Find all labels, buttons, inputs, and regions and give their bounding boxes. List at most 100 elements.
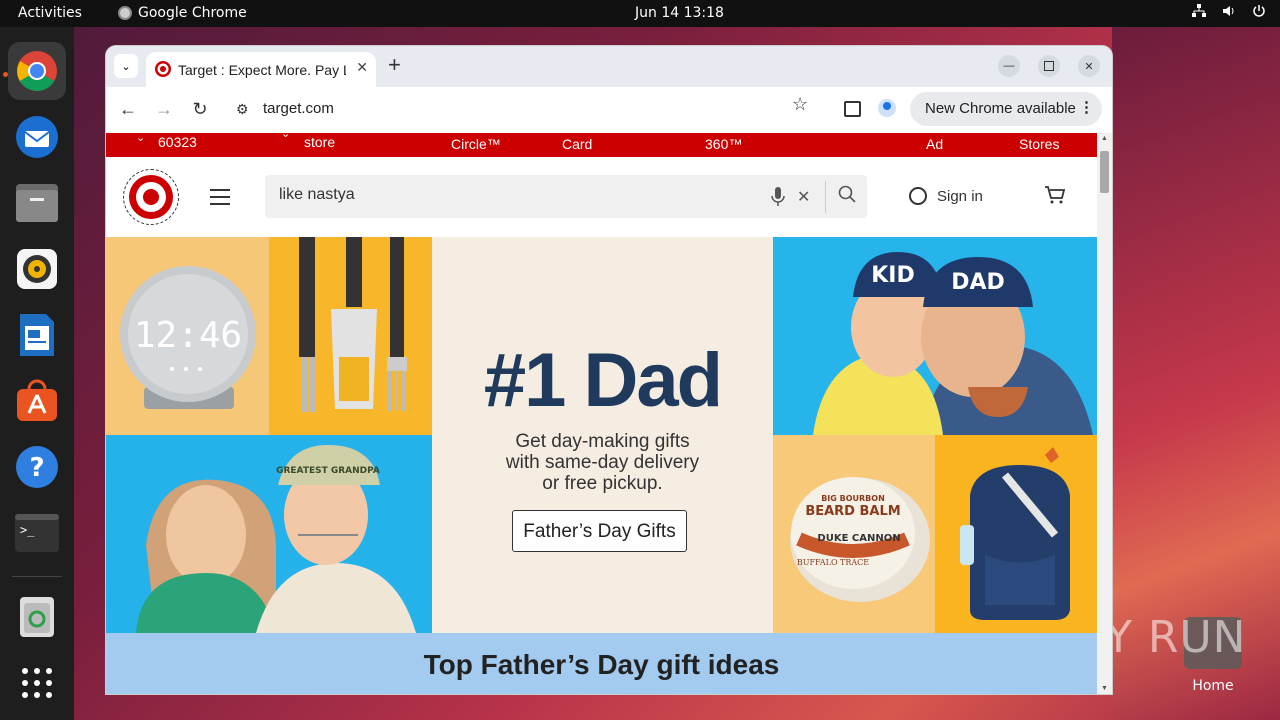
- scroll-up-icon[interactable]: ▲: [1101, 135, 1108, 142]
- address-bar[interactable]: ⚙ target.com: [224, 93, 824, 125]
- app-name-label: Google Chrome: [138, 5, 247, 21]
- network-icon: [1192, 4, 1206, 18]
- chrome-icon: [17, 51, 57, 91]
- cart-icon[interactable]: [1044, 185, 1066, 211]
- grandpa-photo[interactable]: GREATEST GRANDPA: [106, 435, 432, 633]
- svg-text:?: ?: [29, 453, 44, 483]
- backpack-image[interactable]: [935, 435, 1097, 633]
- back-button[interactable]: ←: [117, 98, 139, 120]
- store-link[interactable]: store: [304, 134, 335, 150]
- dock-files[interactable]: [8, 174, 66, 232]
- help-icon: ?: [16, 446, 58, 488]
- alarm-clock-image[interactable]: 12:46: [106, 237, 269, 435]
- grill-tools-image[interactable]: [269, 237, 432, 435]
- hero-subline-1: Get day-making gifts: [515, 431, 690, 452]
- app-menu[interactable]: Google Chrome: [118, 5, 247, 21]
- close-window-button[interactable]: ✕: [1078, 55, 1100, 77]
- dad-cap-text: DAD: [951, 270, 1005, 295]
- kid-dad-photo[interactable]: KID DAD: [773, 237, 1097, 435]
- tab-target[interactable]: Target : Expect More. Pay Less. ✕: [146, 52, 376, 87]
- dock-terminal[interactable]: >_: [8, 504, 66, 562]
- clear-search-icon[interactable]: ✕: [797, 187, 810, 207]
- url-text: target.com: [263, 100, 334, 117]
- clock[interactable]: Jun 14 13:18: [635, 5, 724, 21]
- search-input[interactable]: [277, 185, 741, 205]
- activities-button[interactable]: Activities: [18, 5, 82, 21]
- search-divider: [825, 181, 826, 213]
- hero-subline-2: with same-day delivery: [505, 452, 700, 473]
- profile-avatar-icon[interactable]: [878, 99, 896, 117]
- circle-360-link[interactable]: 360™: [705, 136, 742, 152]
- tab-search-button[interactable]: ⌄: [114, 54, 138, 78]
- update-chrome-button[interactable]: New Chrome available ⋮: [910, 92, 1102, 126]
- back-arrow-icon: ←: [119, 98, 137, 119]
- balm-top-text: BIG BOURBON: [821, 494, 885, 503]
- hero-banner[interactable]: 12:46 GREATEST GRANDPA #1 Dad Get day-ma…: [106, 237, 1097, 633]
- balm-sub-text: BUFFALO TRACE: [797, 558, 869, 567]
- page-scrollbar[interactable]: ▲ ▼: [1097, 133, 1112, 694]
- top-bar: Activities Google Chrome Jun 14 13:18: [0, 0, 1280, 27]
- dock-separator: [12, 576, 62, 577]
- dock-rhythmbox[interactable]: [8, 240, 66, 298]
- system-tray[interactable]: [1192, 4, 1266, 18]
- balm-brand-text: DUKE CANNON: [817, 533, 900, 544]
- software-icon: [17, 379, 57, 421]
- microphone-icon[interactable]: [771, 187, 785, 212]
- svg-text:>_: >_: [20, 523, 35, 537]
- menu-icon[interactable]: [210, 189, 230, 205]
- gift-ideas-heading: Top Father’s Day gift ideas: [423, 649, 780, 680]
- minimize-icon: —: [1003, 60, 1015, 72]
- store-chevron-icon: ⌄: [281, 133, 291, 140]
- scroll-down-icon[interactable]: ▼: [1101, 685, 1108, 692]
- dock-thunderbird[interactable]: [8, 108, 66, 166]
- dock: ? >_: [0, 27, 74, 720]
- dock-software[interactable]: [8, 372, 66, 430]
- dock-chrome[interactable]: [8, 42, 66, 100]
- beard-balm-image[interactable]: BIG BOURBON BEARD BALM DUKE CANNON BUFFA…: [773, 435, 935, 633]
- browser-toolbar: ← → ↻ ⚙ target.com ☆ New Chrome availabl…: [106, 87, 1112, 133]
- reload-icon: ↻: [192, 98, 208, 119]
- hero-copy: #1 Dad Get day-making gifts with same-da…: [432, 237, 773, 633]
- fathers-day-gifts-button[interactable]: Father’s Day Gifts: [512, 510, 687, 552]
- minimize-button[interactable]: —: [998, 55, 1020, 77]
- site-info-icon[interactable]: ⚙: [236, 101, 249, 118]
- dock-trash[interactable]: [8, 588, 66, 646]
- find-stores-link[interactable]: Stores: [1019, 136, 1059, 152]
- clock-display: 12:46: [134, 315, 242, 356]
- forward-arrow-icon: →: [155, 98, 173, 119]
- maximize-button[interactable]: [1038, 55, 1060, 77]
- balm-title-text: BEARD BALM: [805, 504, 900, 519]
- search-icon[interactable]: [838, 185, 856, 208]
- thunderbird-icon: [16, 116, 58, 158]
- new-tab-button[interactable]: +: [388, 53, 401, 77]
- dock-show-apps[interactable]: [8, 654, 66, 712]
- power-icon: [1252, 4, 1266, 18]
- side-panel-icon[interactable]: [844, 101, 861, 117]
- web-page: ⌄ 60323 ⌄ store Circle™ Card 360™ Ad Sto…: [106, 133, 1097, 694]
- hero-subline-3: or free pickup.: [542, 473, 663, 494]
- search-bar: ✕: [265, 175, 867, 218]
- rhythmbox-icon: [17, 249, 57, 289]
- hero-headline: #1 Dad: [483, 338, 723, 423]
- dock-help[interactable]: ?: [8, 438, 66, 496]
- tab-close-icon[interactable]: ✕: [356, 59, 368, 76]
- zip-code-link[interactable]: 60323: [158, 134, 197, 150]
- forward-button[interactable]: →: [153, 98, 175, 120]
- weekly-ad-link[interactable]: Ad: [926, 136, 943, 152]
- card-link[interactable]: Card: [562, 136, 592, 152]
- reload-button[interactable]: ↻: [189, 98, 211, 120]
- sign-in-button[interactable]: Sign in: [909, 187, 983, 205]
- apps-grid-icon: [22, 668, 52, 698]
- target-logo[interactable]: [123, 169, 179, 225]
- circle-link[interactable]: Circle™: [451, 136, 501, 152]
- utility-bar: ⌄ 60323 ⌄ store Circle™ Card 360™ Ad Sto…: [106, 133, 1097, 157]
- scrollbar-thumb[interactable]: [1100, 151, 1109, 193]
- sign-in-label: Sign in: [937, 187, 983, 205]
- dock-writer[interactable]: [8, 306, 66, 364]
- terminal-icon: >_: [15, 514, 59, 552]
- browser-window: ⌄ Target : Expect More. Pay Less. ✕ + — …: [106, 46, 1112, 694]
- maximize-icon: [1044, 61, 1054, 71]
- kid-cap-text: KID: [871, 263, 915, 288]
- close-icon: ✕: [1084, 60, 1094, 73]
- bookmark-star-icon[interactable]: ☆: [792, 94, 808, 115]
